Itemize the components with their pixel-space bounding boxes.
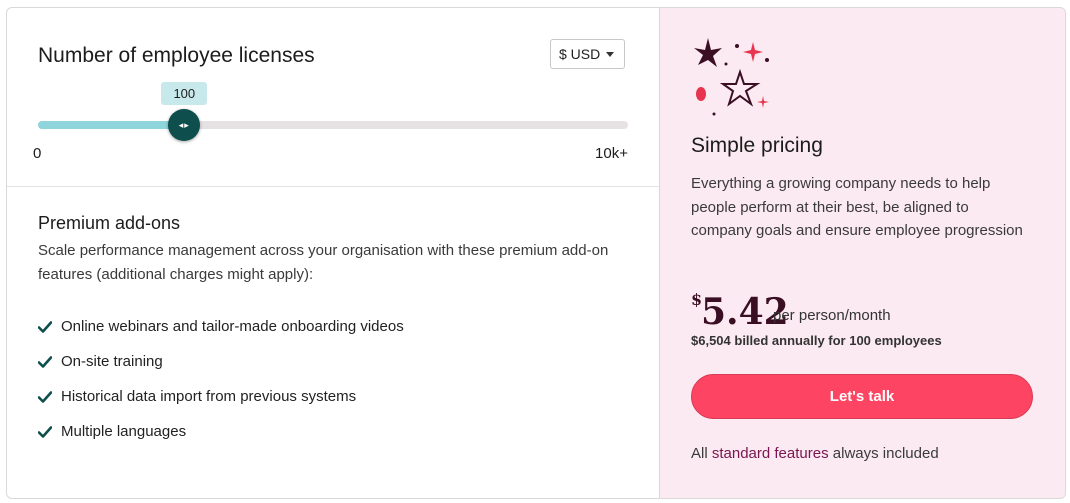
standard-features-link[interactable]: standard features bbox=[712, 445, 829, 462]
pricing-title: Simple pricing bbox=[691, 134, 823, 157]
feature-item: Multiple languages bbox=[38, 421, 186, 443]
slider-handle[interactable]: ◂▸ bbox=[168, 109, 201, 141]
included-suffix: always included bbox=[832, 445, 939, 462]
billed-annually-text: $6,504 billed annually for 100 employees bbox=[691, 333, 942, 348]
licenses-title: Number of employee licenses bbox=[38, 44, 315, 67]
feature-label: Online webinars and tailor-made onboardi… bbox=[61, 318, 404, 335]
licenses-section: Number of employee licenses $ USD 100 ◂▸… bbox=[7, 8, 659, 187]
license-slider-fill bbox=[38, 121, 185, 129]
caret-down-icon bbox=[606, 52, 614, 57]
addons-description: Scale performance management across your… bbox=[38, 242, 609, 283]
license-slider-track[interactable] bbox=[38, 121, 628, 129]
check-icon bbox=[38, 425, 52, 439]
currency-value: $ USD bbox=[559, 46, 601, 62]
pricing-description: Everything a growing company needs to he… bbox=[691, 175, 1023, 239]
arrows-horizontal-icon: ◂▸ bbox=[178, 120, 190, 130]
check-icon bbox=[38, 390, 52, 404]
addons-title: Premium add-ons bbox=[38, 213, 181, 233]
slider-value-bubble: 100 bbox=[161, 82, 208, 105]
feature-label: Historical data import from previous sys… bbox=[61, 388, 357, 405]
included-features-note: All standard features always included bbox=[691, 445, 939, 462]
feature-item: On-site training bbox=[38, 351, 163, 373]
pricing-card: Number of employee licenses $ USD 100 ◂▸… bbox=[6, 7, 1066, 499]
price-unit: per person/month bbox=[773, 307, 891, 324]
currency-select[interactable]: $ USD bbox=[550, 39, 625, 69]
feature-item: Historical data import from previous sys… bbox=[38, 386, 356, 408]
feature-label: On-site training bbox=[61, 353, 163, 370]
feature-label: Multiple languages bbox=[61, 423, 187, 440]
check-icon bbox=[38, 320, 52, 334]
pricing-panel: Simple pricing Everything a growing comp… bbox=[659, 8, 1065, 498]
lets-talk-button[interactable]: Let's talk bbox=[691, 374, 1033, 419]
stars-illustration-icon bbox=[694, 38, 769, 116]
included-prefix: All bbox=[691, 445, 708, 462]
configurator-panel: Number of employee licenses $ USD 100 ◂▸… bbox=[7, 8, 659, 498]
check-icon bbox=[38, 355, 52, 369]
slider-max-label: 10k+ bbox=[595, 145, 628, 162]
slider-min-label: 0 bbox=[33, 145, 42, 162]
feature-item: Online webinars and tailor-made onboardi… bbox=[38, 316, 404, 338]
